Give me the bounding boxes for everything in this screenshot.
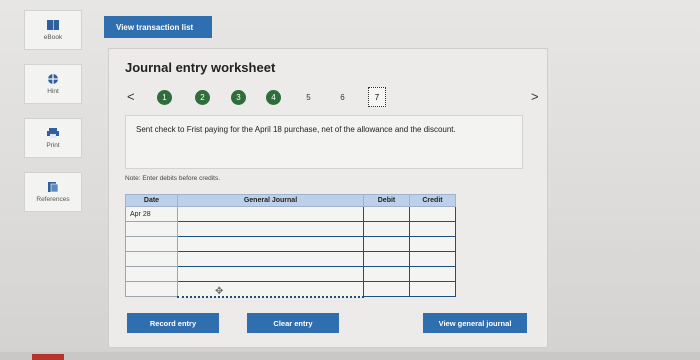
account-input[interactable]: [177, 206, 364, 222]
table-row: Apr 28: [125, 206, 456, 222]
sidebar-label: eBook: [43, 34, 63, 41]
table-row: [125, 221, 456, 237]
chevron-left-icon[interactable]: <: [127, 89, 135, 104]
step-7[interactable]: 7: [368, 87, 386, 107]
transaction-description: Sent check to Frist paying for the April…: [136, 125, 456, 134]
debit-header: Debit: [363, 194, 410, 207]
globe-icon: [48, 74, 58, 84]
account-input[interactable]: [177, 236, 364, 252]
date-cell: [125, 251, 178, 267]
printer-icon: [47, 128, 59, 138]
date-cell: Apr 28: [125, 206, 178, 222]
step-1[interactable]: 1: [157, 90, 172, 105]
date-cell: [125, 236, 178, 252]
general-journal-table: Date General Journal Debit Credit Apr 28: [125, 194, 456, 298]
step-navigation: < 1 2 3 4 5 6 7 >: [125, 87, 545, 109]
record-entry-button[interactable]: Record entry: [127, 313, 219, 333]
worksheet-title: Journal entry worksheet: [125, 60, 276, 75]
sidebar-label: Hint: [47, 88, 59, 95]
view-transaction-list-button[interactable]: View transaction list: [104, 16, 212, 38]
journal-worksheet-panel: Journal entry worksheet < 1 2 3 4 5 6 7 …: [108, 48, 548, 348]
sidebar-item-ebook[interactable]: eBook: [24, 10, 82, 50]
table-row: [125, 236, 456, 252]
table-row: [125, 251, 456, 267]
sidebar-item-print[interactable]: Print: [24, 118, 82, 158]
debit-input[interactable]: [363, 206, 410, 222]
credit-input[interactable]: [409, 221, 456, 237]
step-3[interactable]: 3: [231, 90, 246, 105]
account-input[interactable]: [177, 281, 364, 298]
references-icon: [48, 182, 59, 193]
credit-input[interactable]: [409, 236, 456, 252]
clear-entry-button[interactable]: Clear entry: [247, 313, 339, 333]
step-2[interactable]: 2: [195, 90, 210, 105]
credit-input[interactable]: [409, 251, 456, 267]
general-journal-header: General Journal: [177, 194, 364, 207]
debit-input[interactable]: [363, 281, 410, 297]
account-input[interactable]: [177, 266, 364, 282]
credit-input[interactable]: [409, 206, 456, 222]
table-row: [125, 266, 456, 282]
sidebar-label: References: [36, 196, 70, 203]
step-4[interactable]: 4: [266, 90, 281, 105]
credit-header: Credit: [409, 194, 456, 207]
account-input[interactable]: [177, 251, 364, 267]
transaction-description-box: Sent check to Frist paying for the April…: [125, 115, 523, 169]
chevron-right-icon[interactable]: >: [531, 89, 539, 104]
sidebar-label: Print: [46, 142, 60, 149]
debit-input[interactable]: [363, 221, 410, 237]
sidebar-item-hint[interactable]: Hint: [24, 64, 82, 104]
account-input[interactable]: [177, 221, 364, 237]
book-icon: [47, 20, 59, 30]
taskbar-accent: [32, 354, 64, 360]
table-header-row: Date General Journal Debit Credit: [125, 194, 456, 207]
table-row: [125, 281, 456, 298]
credit-input[interactable]: [409, 266, 456, 282]
sidebar-item-references[interactable]: References: [24, 172, 82, 212]
debit-input[interactable]: [363, 266, 410, 282]
date-header: Date: [125, 194, 178, 207]
credit-input[interactable]: [409, 281, 456, 297]
date-cell: [125, 221, 178, 237]
page: eBook Hint Print References View transac…: [0, 0, 700, 360]
sidebar: eBook Hint Print References: [24, 10, 88, 226]
date-cell: [125, 266, 178, 282]
view-general-journal-button[interactable]: View general journal: [423, 313, 527, 333]
debit-input[interactable]: [363, 251, 410, 267]
debit-input[interactable]: [363, 236, 410, 252]
step-5[interactable]: 5: [301, 90, 316, 105]
entry-note: Note: Enter debits before credits.: [125, 175, 221, 182]
date-cell: [125, 281, 178, 297]
bottom-strip: [0, 352, 700, 360]
move-cursor-icon: ✥: [215, 286, 224, 297]
step-6[interactable]: 6: [335, 90, 350, 105]
